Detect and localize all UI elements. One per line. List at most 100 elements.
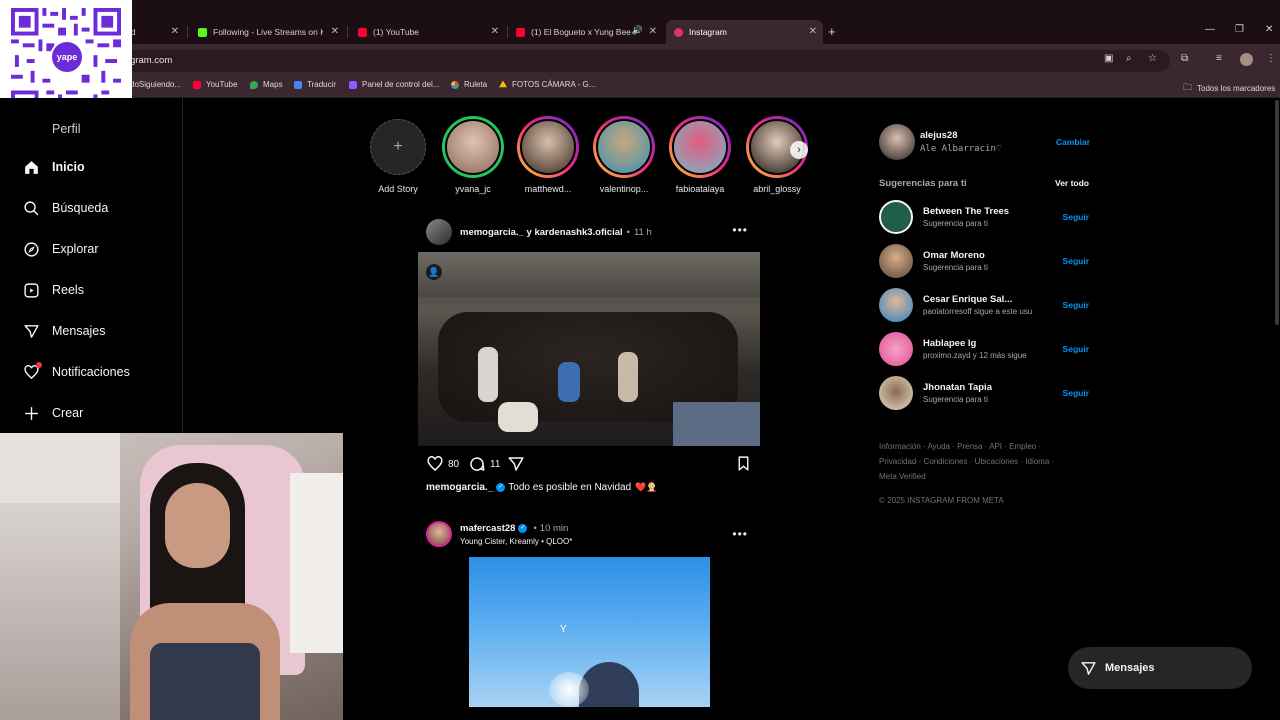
comment-action[interactable]: 11 — [468, 455, 500, 473]
suggestion-name[interactable]: Omar Moreno — [923, 250, 988, 261]
close-tab-icon[interactable]: ✕ — [809, 26, 817, 37]
bookmark-maps[interactable]: Maps — [250, 80, 283, 89]
tab-youtube-music[interactable]: (1) El Bogueto x Yung Beef 🔊 ✕ — [508, 20, 663, 44]
bookmark-siguiendo[interactable]: doSiguiendo... — [130, 80, 181, 89]
story-ring — [669, 116, 731, 178]
install-app-icon[interactable]: ▣ — [1104, 53, 1113, 64]
story-add[interactable]: + Add Story — [366, 116, 430, 194]
suggestion-name[interactable]: Jhonatan Tapia — [923, 382, 992, 393]
suggestion-avatar[interactable] — [879, 288, 913, 322]
heart-icon[interactable] — [426, 455, 444, 473]
close-tab-icon[interactable]: ✕ — [649, 26, 657, 37]
messages-button[interactable]: Mensajes — [1068, 647, 1252, 689]
bookmark-icon[interactable] — [735, 455, 752, 472]
follow-button[interactable]: Seguir — [1063, 388, 1089, 398]
story-item[interactable]: matthewd... — [516, 116, 580, 194]
footer-links-row[interactable]: Información · Ayuda · Prensa · API · Emp… — [879, 439, 1079, 454]
story-item[interactable]: yvana_jc — [441, 116, 505, 194]
follow-button[interactable]: Seguir — [1063, 212, 1089, 222]
footer-links-row[interactable]: Privacidad · Condiciones · Ubicaciones ·… — [879, 454, 1079, 469]
verified-badge-icon: ✓ — [518, 523, 528, 533]
sidebar-item-reels[interactable]: Reels — [22, 281, 84, 299]
stories-next-chevron-icon[interactable]: › — [790, 141, 808, 159]
sidebar-item-perfil[interactable]: Perfil — [22, 120, 80, 138]
switch-account-button[interactable]: Cambiar — [1056, 137, 1090, 147]
more-menu-icon[interactable]: ⋮ — [1266, 53, 1276, 64]
tagged-user-icon[interactable]: 👤 — [426, 264, 442, 280]
bookmark-youtube[interactable]: YouTube — [193, 80, 237, 89]
suggestion-item: Jhonatan Tapia Sugerencia para ti Seguir — [879, 376, 1091, 410]
post-author-avatar[interactable] — [426, 521, 452, 547]
see-all-button[interactable]: Ver todo — [1055, 178, 1089, 188]
tab-separator — [347, 26, 348, 38]
post-author[interactable]: memogarcia._ y kardenashk3.oficial — [460, 227, 623, 238]
new-tab-button[interactable]: + — [828, 24, 836, 39]
follow-button[interactable]: Seguir — [1063, 300, 1089, 310]
like-action[interactable]: 80 — [426, 455, 459, 473]
drive-icon — [499, 80, 507, 88]
minimize-icon[interactable]: — — [1205, 24, 1215, 35]
sidebar-item-inicio[interactable]: Inicio — [22, 158, 85, 176]
post-more-options-icon[interactable]: ••• — [732, 223, 748, 237]
sidebar-item-busqueda[interactable]: Búsqueda — [22, 199, 108, 217]
suggestion-name[interactable]: Between The Trees — [923, 206, 1009, 217]
verified-badge-icon: ✓ — [496, 483, 506, 492]
profile-avatar[interactable] — [1240, 53, 1253, 66]
story-item[interactable]: fabioatalaya — [668, 116, 732, 194]
restore-icon[interactable]: ❐ — [1235, 24, 1244, 35]
close-tab-icon[interactable]: ✕ — [331, 26, 339, 37]
suggestion-avatar[interactable] — [879, 376, 913, 410]
post-author-avatar[interactable] — [426, 219, 452, 245]
bookmark-panel[interactable]: Panel de control del... — [349, 80, 439, 89]
zoom-icon[interactable]: ⌕ — [1126, 53, 1132, 64]
bookmark-star-icon[interactable]: ☆ — [1148, 53, 1157, 64]
compass-icon — [22, 240, 40, 258]
post-more-options-icon[interactable]: ••• — [732, 527, 748, 541]
post-audio-subtitle[interactable]: Young Cister, Kreamly • QLOO* — [460, 537, 572, 546]
media-control-icon[interactable]: ≡ — [1216, 53, 1222, 64]
save-action[interactable] — [735, 455, 752, 472]
all-bookmarks[interactable]: 🗀 Todos los marcadores — [1183, 80, 1275, 96]
tab-instagram[interactable]: Instagram ✕ — [666, 20, 823, 44]
bookmark-fotos[interactable]: FOTOS CÁMARA - G... — [499, 80, 595, 89]
search-icon — [22, 199, 40, 217]
suggestion-avatar[interactable] — [879, 332, 913, 366]
close-tab-icon[interactable]: ✕ — [491, 26, 499, 37]
suggestion-name[interactable]: Cesar Enrique Sal... — [923, 294, 1032, 305]
suggestion-avatar[interactable] — [879, 244, 913, 278]
copyright: © 2025 INSTAGRAM FROM META — [879, 496, 1004, 505]
bookmark-traducir[interactable]: Traducir — [294, 80, 336, 89]
share-action[interactable] — [507, 455, 525, 473]
sidebar-item-notificaciones[interactable]: Notificaciones — [22, 362, 130, 381]
address-bar[interactable] — [100, 50, 1170, 72]
sidebar-item-explorar[interactable]: Explorar — [22, 240, 99, 258]
url-text[interactable]: gram.com — [130, 55, 172, 66]
post-author[interactable]: mafercast28 — [460, 523, 515, 534]
close-tab-icon[interactable]: ✕ — [171, 26, 179, 37]
sidebar-item-crear[interactable]: Crear — [22, 404, 83, 422]
follow-button[interactable]: Seguir — [1063, 344, 1089, 354]
close-window-icon[interactable]: ✕ — [1265, 24, 1273, 35]
follow-button[interactable]: Seguir — [1063, 256, 1089, 266]
extensions-icon[interactable]: ⧉ — [1181, 53, 1188, 64]
post-image[interactable]: Y — [469, 557, 710, 707]
post-image[interactable]: 👤 — [418, 252, 760, 446]
yape-logo: yape — [50, 40, 84, 74]
footer-links-row[interactable]: Meta Verified — [879, 469, 1079, 484]
suggestion-avatar[interactable] — [879, 200, 913, 234]
current-user-avatar[interactable] — [879, 124, 915, 160]
sidebar-item-label: Crear — [52, 406, 84, 420]
comment-icon[interactable] — [468, 455, 486, 473]
bookmark-ruleta[interactable]: Ruleta — [451, 80, 487, 89]
share-icon[interactable] — [507, 455, 525, 473]
suggestion-name[interactable]: Hablapee lg — [923, 338, 1027, 349]
story-item[interactable]: valentinop... — [592, 116, 656, 194]
speaker-icon[interactable]: 🔊 — [632, 25, 643, 36]
add-story-plus-icon: + — [370, 119, 426, 175]
current-username[interactable]: alejus28 — [920, 130, 958, 141]
caption-author[interactable]: memogarcia._ — [426, 482, 493, 493]
tab-kick[interactable]: Following - Live Streams on Kic ✕ — [190, 20, 345, 44]
scrollbar-thumb[interactable] — [1275, 100, 1279, 325]
tab-youtube[interactable]: (1) YouTube ✕ — [350, 20, 505, 44]
sidebar-item-mensajes[interactable]: Mensajes — [22, 322, 106, 340]
